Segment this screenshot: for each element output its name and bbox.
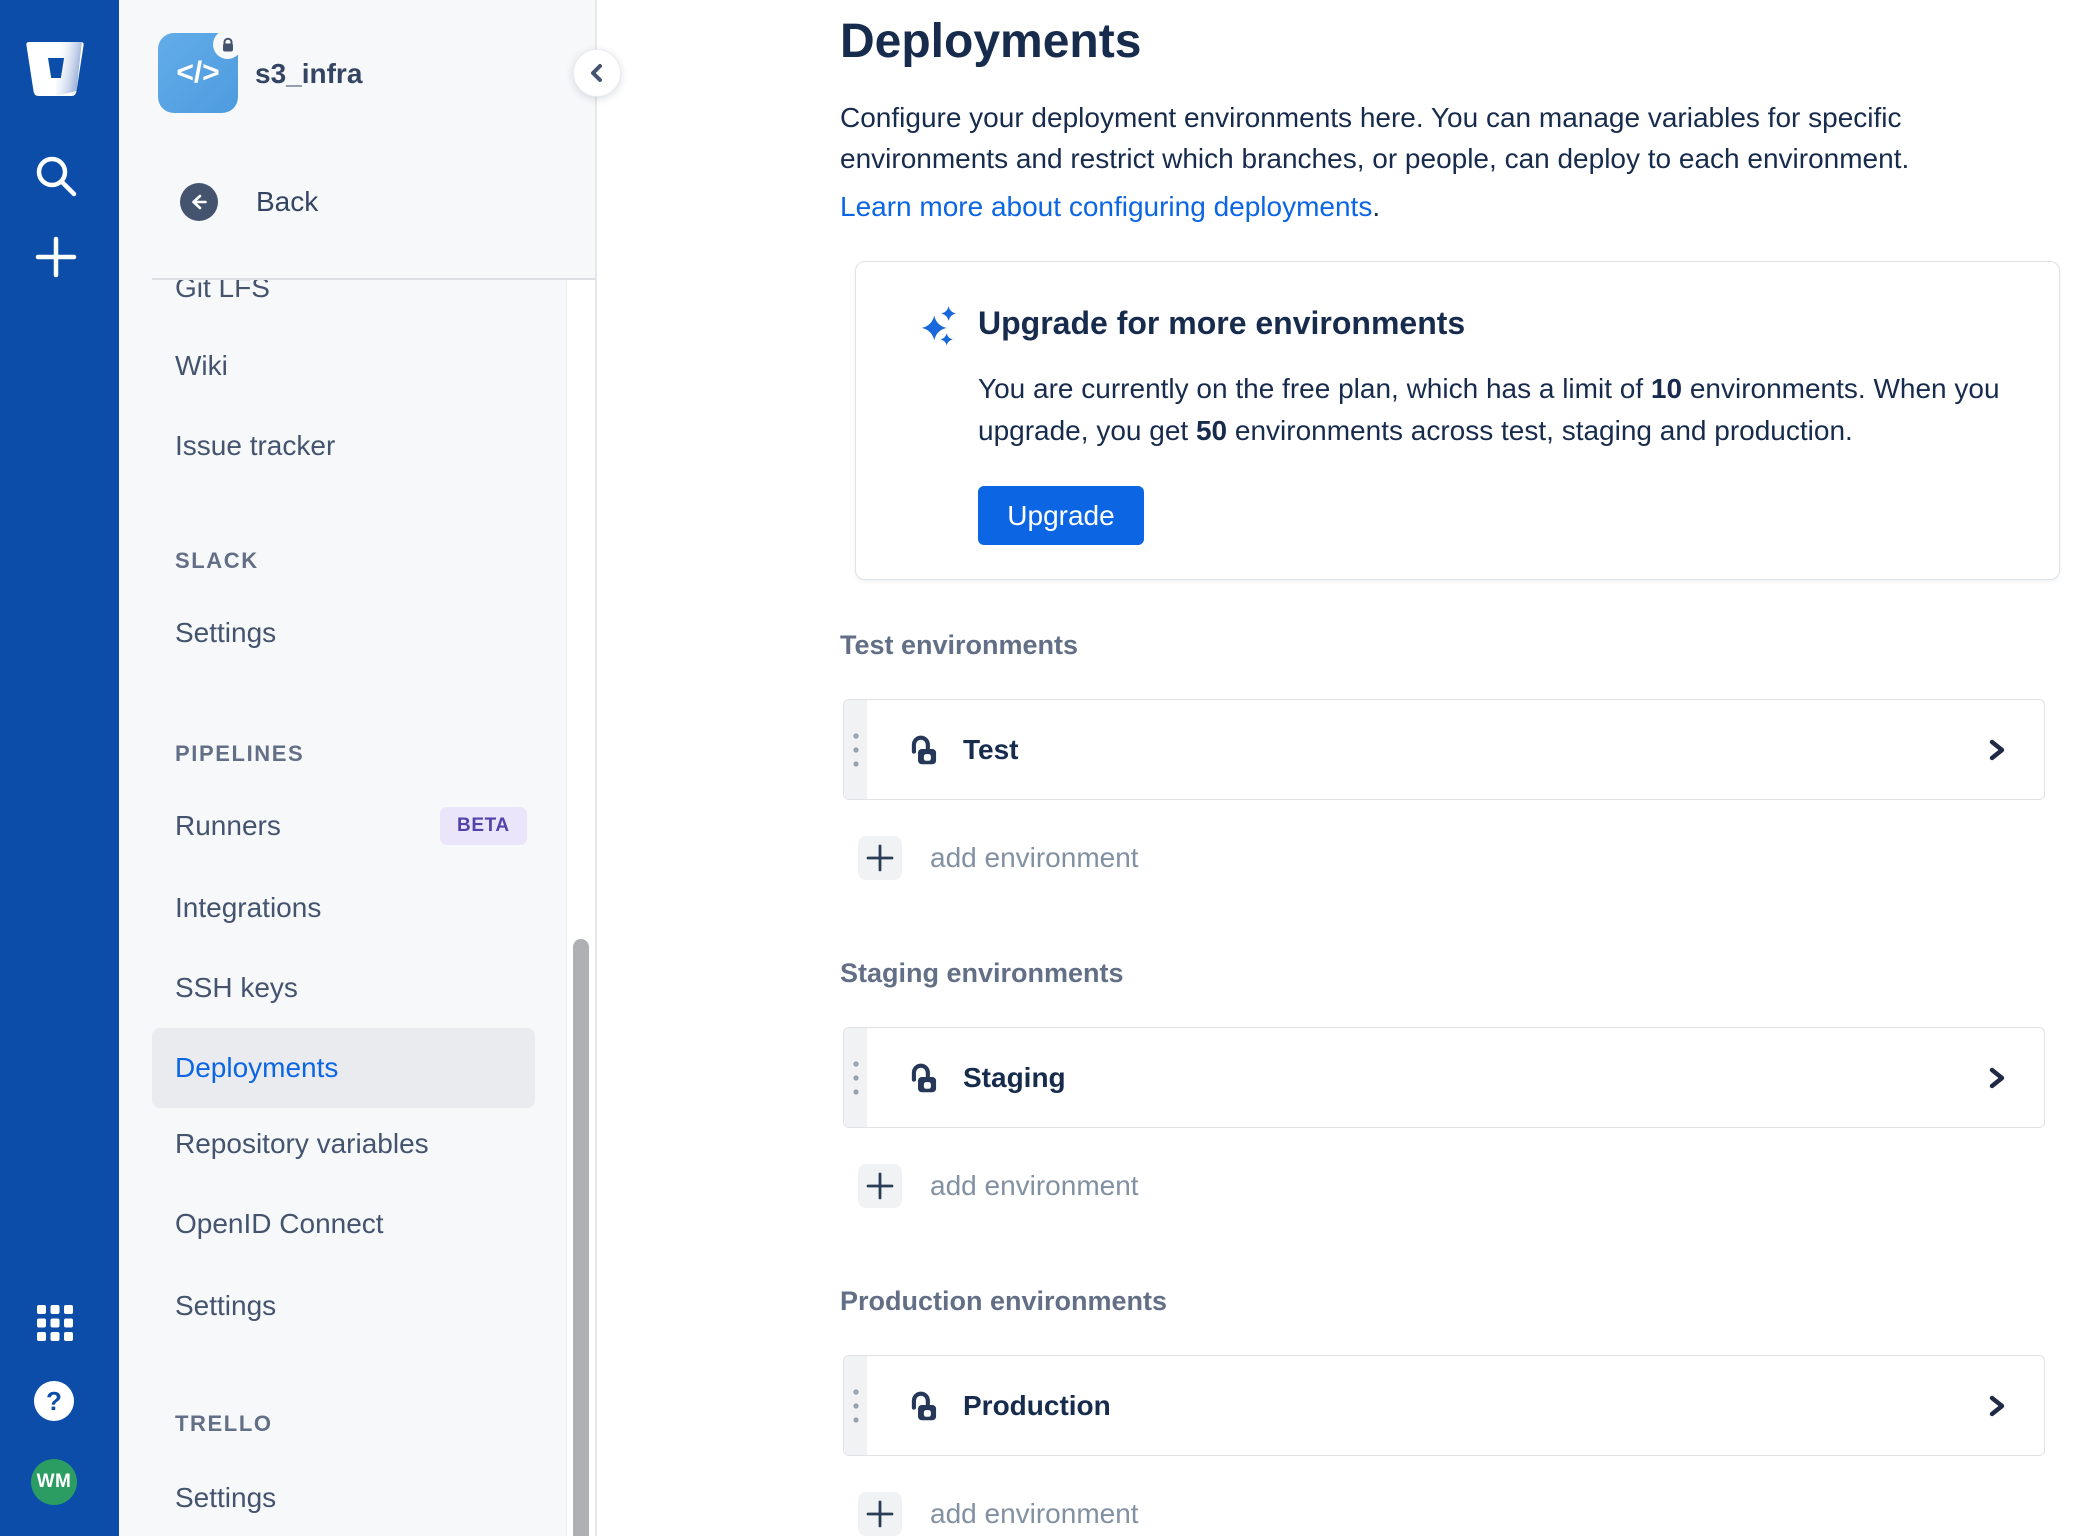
upgrade-card-title: Upgrade for more environments — [978, 305, 1466, 341]
sidebar-item-deployments[interactable]: Deployments — [152, 1028, 535, 1108]
free-limit: 10 — [1650, 373, 1683, 404]
search-icon[interactable] — [31, 152, 79, 200]
learn-more-row: Learn more about configuring deployments… — [840, 191, 2090, 223]
help-icon[interactable]: ? — [34, 1381, 74, 1421]
app-switcher-grid-icon[interactable] — [36, 1304, 74, 1342]
environment-name: Production — [963, 1389, 1111, 1421]
environment-row-test[interactable]: Test — [843, 699, 2045, 800]
sidebar-collapse-button[interactable] — [573, 49, 621, 97]
repo-name: s3_infra — [255, 58, 363, 89]
sidebar-item-ssh-keys[interactable]: SSH keys — [175, 948, 298, 1028]
user-avatar[interactable]: WM — [31, 1459, 77, 1505]
sidebar-heading-slack: SLACK — [175, 548, 259, 573]
sidebar-heading-trello: TRELLO — [175, 1411, 273, 1436]
learn-more-suffix: . — [1372, 191, 1381, 222]
sidebar-item-integrations[interactable]: Integrations — [175, 868, 321, 948]
section-label-production: Production environments — [840, 1286, 1168, 1316]
create-plus-icon[interactable] — [33, 234, 79, 280]
sidebar-heading-pipelines: PIPELINES — [175, 741, 305, 766]
section-label-test: Test environments — [840, 630, 1079, 660]
add-environment-test[interactable]: add environment — [858, 836, 2090, 880]
add-environment-label[interactable]: add environment — [930, 842, 1139, 874]
sidebar-item-pipelines-settings[interactable]: Settings — [175, 1266, 276, 1346]
avatar-initials: WM — [36, 1471, 72, 1492]
repo-settings-sidebar: </> s3_infra Back Git LFS Wiki Issue tra… — [119, 0, 621, 1536]
sparkles-icon — [916, 303, 962, 545]
global-nav-rail: ? WM — [0, 0, 119, 1536]
upgrade-button[interactable]: Upgrade — [978, 486, 1144, 545]
bitbucket-logo-icon[interactable] — [25, 41, 85, 97]
code-icon: </> — [176, 56, 220, 89]
help-glyph: ? — [46, 1385, 62, 1416]
add-environment-label[interactable]: add environment — [930, 1498, 1139, 1530]
chevron-right-icon[interactable] — [1984, 1063, 2010, 1093]
environment-row-staging[interactable]: Staging — [843, 1027, 2045, 1128]
add-environment-label[interactable]: add environment — [930, 1170, 1139, 1202]
bitbucket-app: ? WM </> s3_infra Back Git LFS Wiki Issu… — [0, 0, 2090, 1536]
drag-handle-icon[interactable] — [844, 1028, 867, 1127]
section-label-staging: Staging environments — [840, 958, 1124, 988]
upgrade-card-body: You are currently on the free plan, whic… — [978, 373, 2000, 446]
sidebar-item-trello-settings[interactable]: Settings — [175, 1458, 276, 1536]
sidebar-item-repository-variables[interactable]: Repository variables — [175, 1104, 429, 1184]
drag-handle-icon[interactable] — [844, 1356, 867, 1455]
beta-badge: BETA — [440, 807, 527, 845]
plus-icon[interactable] — [858, 836, 902, 880]
sidebar-item-runners[interactable]: Runners — [175, 786, 281, 866]
sidebar-item-issue-tracker[interactable]: Issue tracker — [175, 406, 335, 486]
environment-name: Staging — [963, 1061, 1066, 1093]
back-label[interactable]: Back — [256, 186, 318, 218]
sidebar-menu: Git LFS Wiki Issue tracker SLACK Setting… — [119, 280, 595, 1536]
page-title: Deployments — [840, 15, 1142, 68]
sidebar-item-slack-settings[interactable]: Settings — [175, 593, 276, 673]
sidebar-scrollbar-thumb[interactable] — [573, 939, 589, 1536]
add-environment-production[interactable]: add environment — [858, 1492, 2090, 1536]
chevron-right-icon[interactable] — [1984, 735, 2010, 765]
learn-more-link[interactable]: Learn more about configuring deployments — [840, 191, 1372, 222]
paid-limit: 50 — [1195, 415, 1228, 446]
sidebar-item-git-lfs[interactable]: Git LFS — [175, 280, 270, 328]
drag-handle-icon[interactable] — [844, 700, 867, 799]
unlock-icon — [906, 1387, 944, 1425]
unlock-icon — [906, 1059, 944, 1097]
upgrade-card: Upgrade for more environments You are cu… — [855, 261, 2060, 580]
unlock-icon — [906, 731, 944, 769]
back-button[interactable] — [180, 183, 218, 221]
sidebar-item-wiki[interactable]: Wiki — [175, 326, 228, 406]
environment-row-production[interactable]: Production — [843, 1355, 2045, 1456]
page-description: Configure your deployment environments h… — [840, 102, 1910, 174]
add-environment-staging[interactable]: add environment — [858, 1164, 2090, 1208]
plus-icon[interactable] — [858, 1164, 902, 1208]
sidebar-item-openid-connect[interactable]: OpenID Connect — [175, 1184, 384, 1264]
chevron-right-icon[interactable] — [1984, 1391, 2010, 1421]
deployments-page: Deployments Configure your deployment en… — [597, 0, 2090, 1536]
environment-name: Test — [963, 733, 1019, 765]
plus-icon[interactable] — [858, 1492, 902, 1536]
private-repo-lock-icon — [213, 30, 242, 59]
sidebar-scrollbar-track[interactable] — [566, 280, 595, 1536]
